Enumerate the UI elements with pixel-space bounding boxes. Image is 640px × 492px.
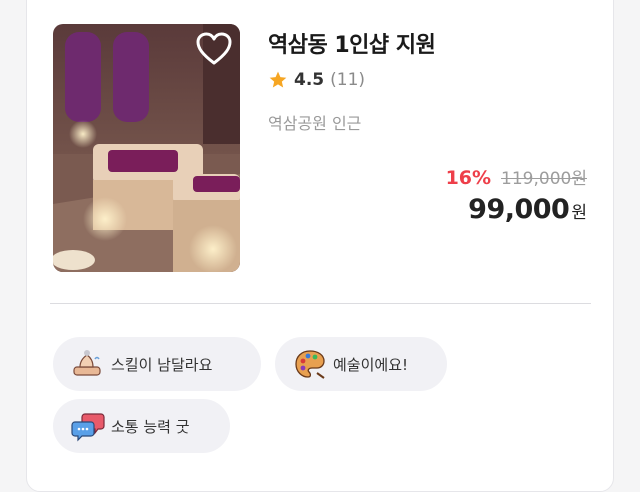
- tag-communication[interactable]: 소통 능력 굿: [53, 399, 230, 453]
- final-price-amount: 99,000: [468, 194, 570, 225]
- heart-outline-icon[interactable]: [196, 32, 232, 66]
- final-price-unit: 원: [571, 203, 587, 223]
- star-icon: [269, 71, 287, 88]
- rating-score: 4.5: [294, 70, 325, 90]
- tag-label: 예술이에요!: [333, 355, 409, 374]
- rating: 4.5 (11): [268, 70, 365, 90]
- review-count[interactable]: (11): [330, 70, 365, 90]
- speech-bubbles-icon: [71, 413, 105, 442]
- discount-rate: 16%: [445, 167, 492, 189]
- price-row: 16% 119,000원: [446, 164, 587, 189]
- tag-skill[interactable]: 스킬이 남달라요: [53, 337, 261, 391]
- location-text: 역삼공원 인근: [268, 114, 362, 133]
- tag-label: 스킬이 남달라요: [111, 355, 213, 374]
- palette-icon: [295, 350, 325, 379]
- divider: [50, 303, 591, 304]
- final-price: 99,000 원: [468, 194, 587, 225]
- tag-art[interactable]: 예술이에요!: [275, 337, 447, 391]
- product-title[interactable]: 역삼동 1인샵 지원: [268, 27, 436, 59]
- original-price: 119,000원: [501, 169, 587, 189]
- tag-label: 소통 능력 굿: [111, 417, 190, 436]
- massage-hands-icon: [73, 350, 101, 376]
